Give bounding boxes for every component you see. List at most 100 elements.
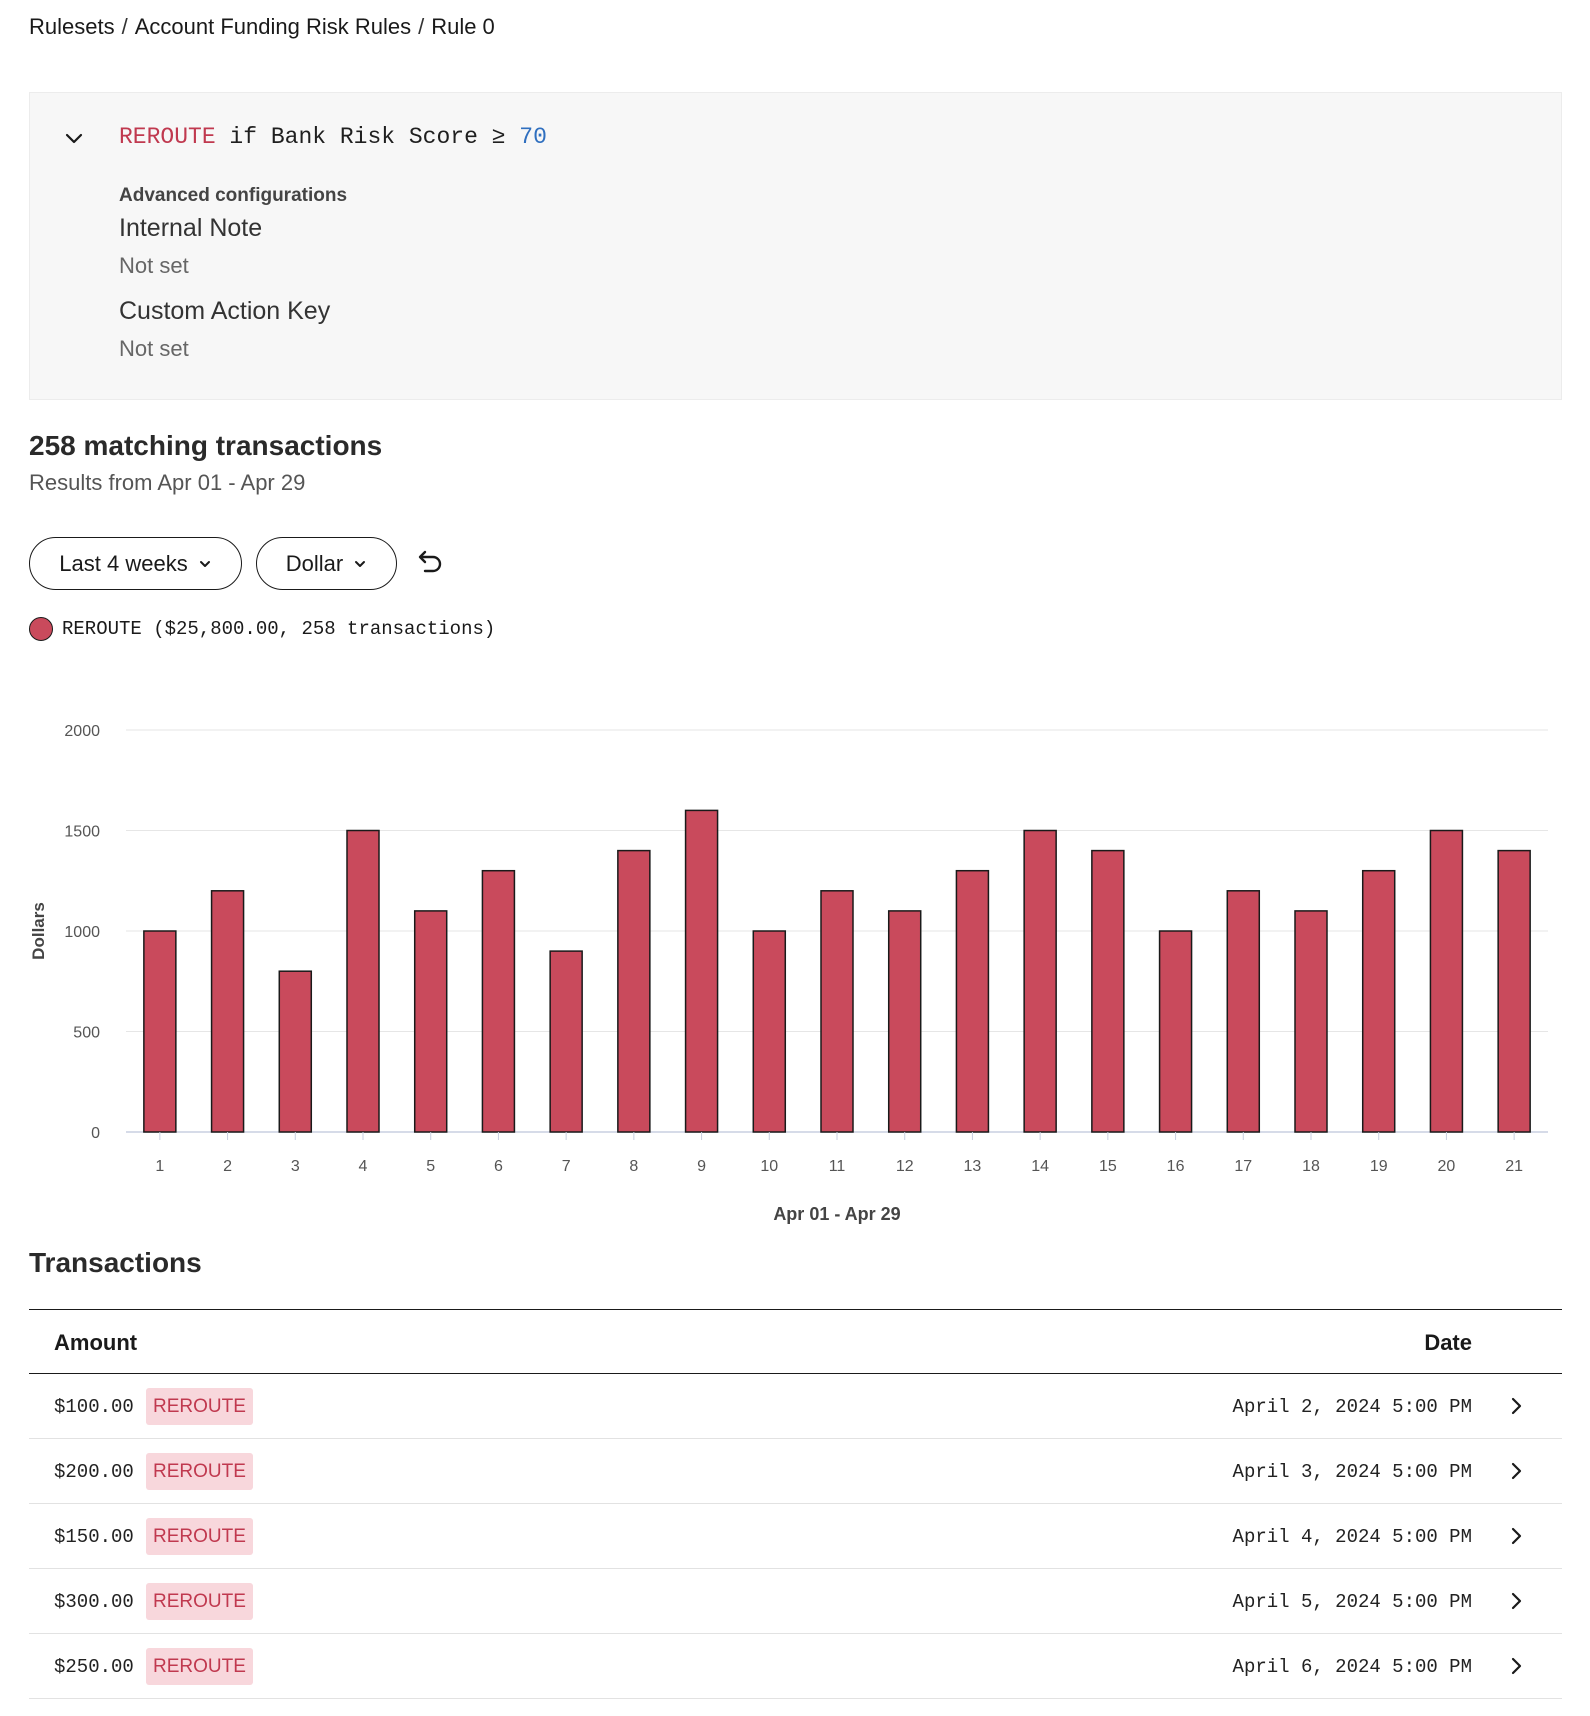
y-tick-label: 1500 — [64, 824, 100, 841]
bar-chart: 05001000150020001 2 3 4 5 6 7 8 9 10 11 12 13 14 15 16 1… — [29, 723, 1548, 1224]
bar — [1497, 849, 1531, 1133]
rule-panel: REROUTE if Bank Risk Score ≥ 70 Advanced… — [29, 92, 1562, 400]
action-badge: REROUTE — [146, 1648, 253, 1685]
transaction-date: April 3, 2024 5:00 PM — [1232, 1461, 1472, 1483]
transaction-date: April 5, 2024 5:00 PM — [1232, 1591, 1472, 1613]
transaction-amount: $200.00 — [54, 1461, 134, 1483]
undo-icon[interactable] — [413, 547, 445, 579]
x-tick-label: 3 — [291, 1158, 300, 1175]
column-header-date[interactable]: Date — [1424, 1330, 1472, 1356]
bar — [752, 930, 787, 1133]
rule-threshold: 70 — [519, 124, 547, 150]
x-axis-label: Apr 01 - Apr 29 — [773, 1204, 900, 1224]
transaction-date: April 2, 2024 5:00 PM — [1232, 1396, 1472, 1418]
internal-note-label: Internal Note — [119, 214, 263, 242]
bar — [955, 869, 990, 1133]
y-tick-label: 1000 — [64, 924, 100, 941]
x-tick-label: 14 — [1031, 1158, 1049, 1175]
bar — [1226, 890, 1261, 1133]
table-row[interactable]: $200.00 REROUTE April 3, 2024 5:00 PM — [29, 1439, 1562, 1504]
bar — [684, 809, 719, 1133]
bar — [1091, 849, 1125, 1133]
bar — [1158, 930, 1193, 1133]
x-tick-label: 6 — [494, 1158, 503, 1175]
x-tick-label: 12 — [896, 1158, 914, 1175]
x-tick-label: 5 — [426, 1158, 435, 1175]
bar — [210, 890, 245, 1133]
chevron-right-icon[interactable] — [1505, 1655, 1527, 1677]
bar — [1429, 829, 1464, 1133]
rule-condition: if Bank Risk Score ≥ — [215, 124, 520, 150]
x-tick-label: 9 — [697, 1158, 706, 1175]
results-date-range: Results from Apr 01 - Apr 29 — [29, 470, 306, 495]
chevron-right-icon[interactable] — [1505, 1525, 1527, 1547]
table-row[interactable]: $250.00 REROUTE April 6, 2024 5:00 PM — [29, 1634, 1562, 1699]
y-axis-label: Dollars — [29, 902, 48, 960]
chevron-right-icon[interactable] — [1505, 1460, 1527, 1482]
transaction-date: April 6, 2024 5:00 PM — [1232, 1656, 1472, 1678]
unit-label: Dollar — [285, 550, 344, 576]
x-tick-label: 16 — [1167, 1158, 1185, 1175]
transactions-table: Amount Date $100.00 REROUTE April 2, 2024 … — [29, 1309, 1562, 1699]
x-tick-label: 13 — [964, 1158, 982, 1175]
bar — [346, 829, 380, 1133]
x-tick-label: 17 — [1234, 1158, 1252, 1175]
chevron-down-icon — [355, 560, 366, 567]
custom-action-key-value: Not set — [119, 336, 189, 361]
x-tick-label: 10 — [760, 1158, 778, 1175]
custom-action-key-label: Custom Action Key — [119, 297, 331, 325]
table-row[interactable]: $300.00 REROUTE April 5, 2024 5:00 PM — [29, 1569, 1562, 1634]
x-tick-label: 7 — [562, 1158, 571, 1175]
chevron-right-icon[interactable] — [1505, 1395, 1527, 1417]
x-tick-label: 18 — [1302, 1158, 1320, 1175]
breadcrumb-current-rule: Rule 0 — [431, 14, 495, 39]
bar — [617, 849, 651, 1133]
breadcrumb: Rulesets / Account Funding Risk Rules / … — [29, 14, 495, 40]
matching-transactions-title: 258 matching transactions — [29, 430, 383, 461]
transaction-amount: $250.00 — [54, 1656, 134, 1678]
y-tick-label: 2000 — [64, 723, 100, 740]
bar — [549, 950, 583, 1133]
chevron-down-icon[interactable] — [63, 128, 85, 150]
y-tick-label: 500 — [73, 1025, 100, 1042]
rule-expression: REROUTE if Bank Risk Score ≥ 70 — [119, 124, 547, 150]
bar — [1023, 829, 1057, 1133]
transactions-title: Transactions — [29, 1247, 202, 1278]
bar — [413, 910, 448, 1133]
x-tick-label: 15 — [1099, 1158, 1117, 1175]
x-tick-label: 20 — [1438, 1158, 1456, 1175]
chevron-right-icon[interactable] — [1505, 1590, 1527, 1612]
table-header: Amount Date — [29, 1309, 1562, 1374]
bar — [1361, 869, 1396, 1133]
column-header-amount[interactable]: Amount — [54, 1330, 137, 1356]
internal-note-value: Not set — [119, 253, 189, 278]
breadcrumb-rulesets[interactable]: Rulesets — [29, 14, 115, 40]
action-badge: REROUTE — [146, 1583, 253, 1620]
transaction-date: April 4, 2024 5:00 PM — [1232, 1526, 1472, 1548]
table-body: $100.00 REROUTE April 2, 2024 5:00 PM $200.… — [29, 1374, 1562, 1699]
x-tick-label: 11 — [829, 1158, 846, 1175]
x-tick-label: 1 — [155, 1158, 164, 1175]
action-badge: REROUTE — [146, 1453, 253, 1490]
advanced-config-title: Advanced configurations — [119, 185, 348, 206]
action-badge: REROUTE — [146, 1518, 253, 1555]
bar — [278, 970, 313, 1133]
table-row[interactable]: $100.00 REROUTE April 2, 2024 5:00 PM — [29, 1374, 1562, 1439]
breadcrumb-separator: / — [418, 14, 425, 39]
bar — [143, 930, 177, 1133]
table-row[interactable]: $150.00 REROUTE April 4, 2024 5:00 PM — [29, 1504, 1562, 1569]
bar — [1294, 910, 1328, 1133]
x-tick-label: 8 — [629, 1158, 638, 1175]
y-tick-label: 0 — [91, 1125, 100, 1142]
breadcrumb-ruleset[interactable]: Account Funding Risk Rules — [135, 14, 411, 40]
unit-dropdown[interactable]: Dollar — [256, 537, 397, 590]
transaction-amount: $100.00 — [54, 1396, 134, 1418]
legend-swatch — [29, 617, 53, 641]
bar — [481, 869, 516, 1133]
transaction-amount: $300.00 — [54, 1591, 134, 1613]
time-range-dropdown[interactable]: Last 4 weeks — [29, 537, 242, 590]
bar — [887, 910, 922, 1133]
time-range-label: Last 4 weeks — [59, 550, 188, 576]
action-badge: REROUTE — [146, 1388, 253, 1425]
x-tick-label: 4 — [359, 1158, 368, 1175]
